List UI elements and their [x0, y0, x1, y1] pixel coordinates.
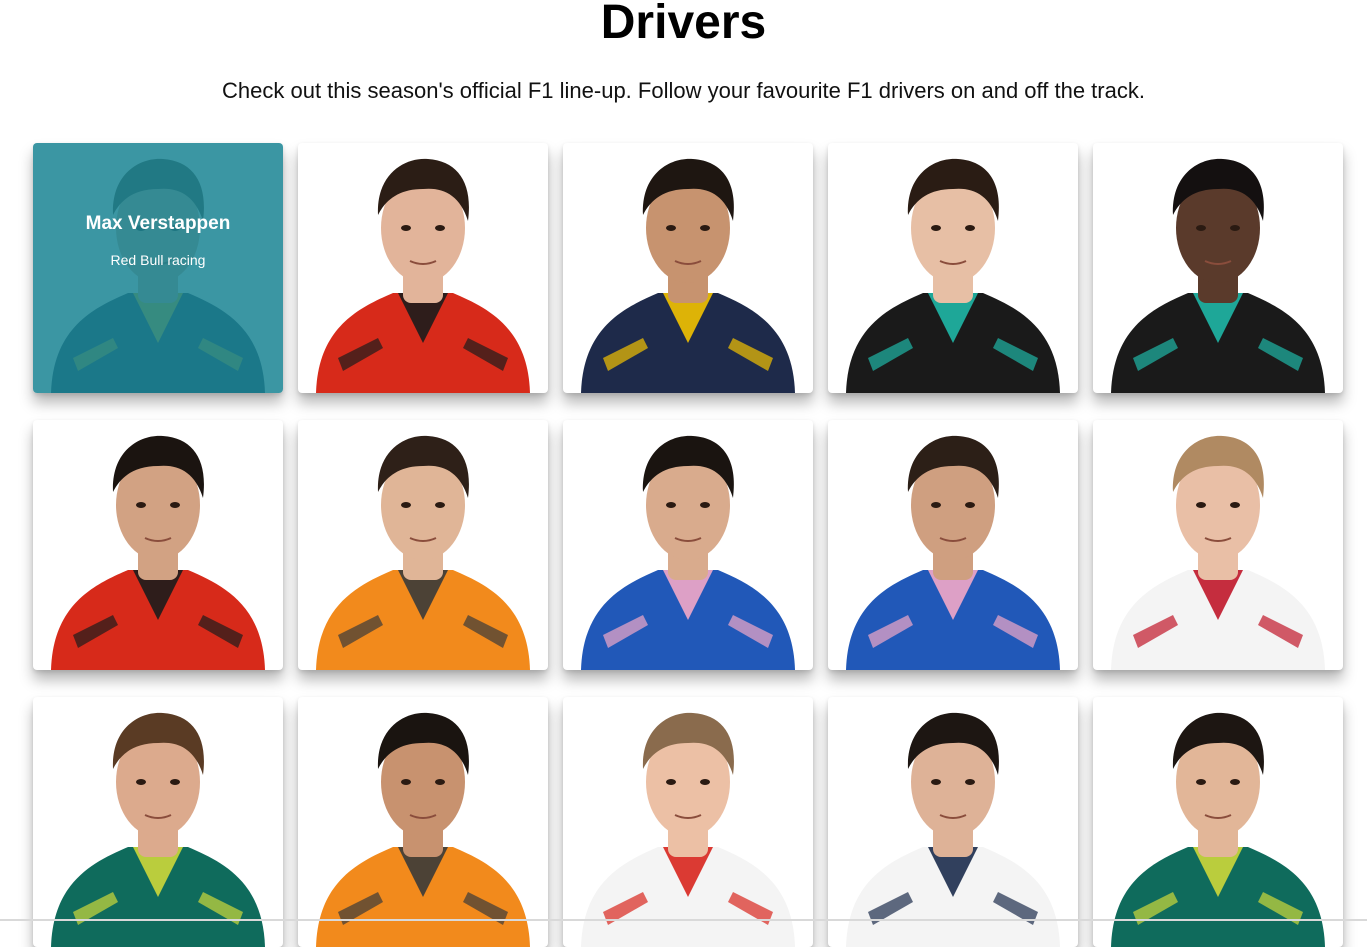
driver-card[interactable] — [563, 143, 813, 393]
driver-card[interactable] — [828, 697, 1078, 947]
driver-team: Red Bull racing — [110, 252, 206, 268]
driver-card[interactable] — [298, 697, 548, 947]
driver-portrait — [51, 435, 265, 670]
driver-portrait — [846, 712, 1060, 947]
driver-card[interactable] — [828, 143, 1078, 393]
driver-card[interactable] — [563, 697, 813, 947]
driver-portrait — [581, 435, 795, 670]
driver-card[interactable] — [33, 420, 283, 670]
driver-card[interactable] — [563, 420, 813, 670]
driver-portrait — [316, 435, 530, 670]
driver-portrait — [1111, 158, 1325, 393]
driver-portrait — [316, 712, 530, 947]
driver-card[interactable] — [828, 420, 1078, 670]
driver-card[interactable] — [298, 420, 548, 670]
driver-card-overlay: Max Verstappen Red Bull racing — [33, 143, 283, 393]
driver-card[interactable] — [298, 143, 548, 393]
driver-portrait — [316, 158, 530, 393]
driver-grid: Max Verstappen Red Bull racing — [0, 0, 1367, 947]
driver-portrait — [1111, 712, 1325, 947]
driver-card[interactable] — [33, 697, 283, 947]
driver-name: Max Verstappen — [85, 213, 231, 234]
driver-portrait — [1111, 435, 1325, 670]
driver-portrait — [846, 435, 1060, 670]
driver-portrait — [581, 712, 795, 947]
driver-portrait — [846, 158, 1060, 393]
driver-portrait — [581, 158, 795, 393]
driver-portrait — [51, 712, 265, 947]
driver-card[interactable] — [1093, 697, 1343, 947]
driver-card[interactable]: Max Verstappen Red Bull racing — [33, 143, 283, 393]
driver-card[interactable] — [1093, 143, 1343, 393]
driver-card[interactable] — [1093, 420, 1343, 670]
